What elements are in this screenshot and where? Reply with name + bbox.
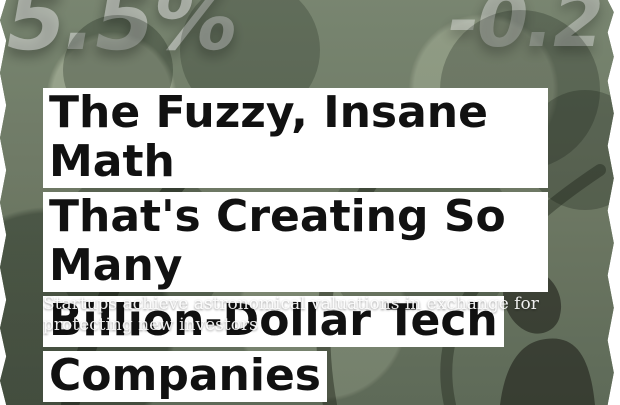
headline: The Fuzzy, Insane Math That's Creating S… (43, 88, 548, 405)
background-ticker-right: -0.2 (440, 0, 610, 64)
background-ticker-left: 5.5% (0, 0, 246, 70)
torn-clipping-frame: 5.5% -0.2 The Fuzzy, Insane Math That's … (0, 0, 614, 405)
headline-line-4: Companies (43, 351, 327, 402)
headline-line-2: That's Creating So Many (43, 192, 548, 292)
subheadline: Startups achieve astronomical valuations… (43, 294, 539, 335)
headline-line-1: The Fuzzy, Insane Math (43, 88, 548, 188)
